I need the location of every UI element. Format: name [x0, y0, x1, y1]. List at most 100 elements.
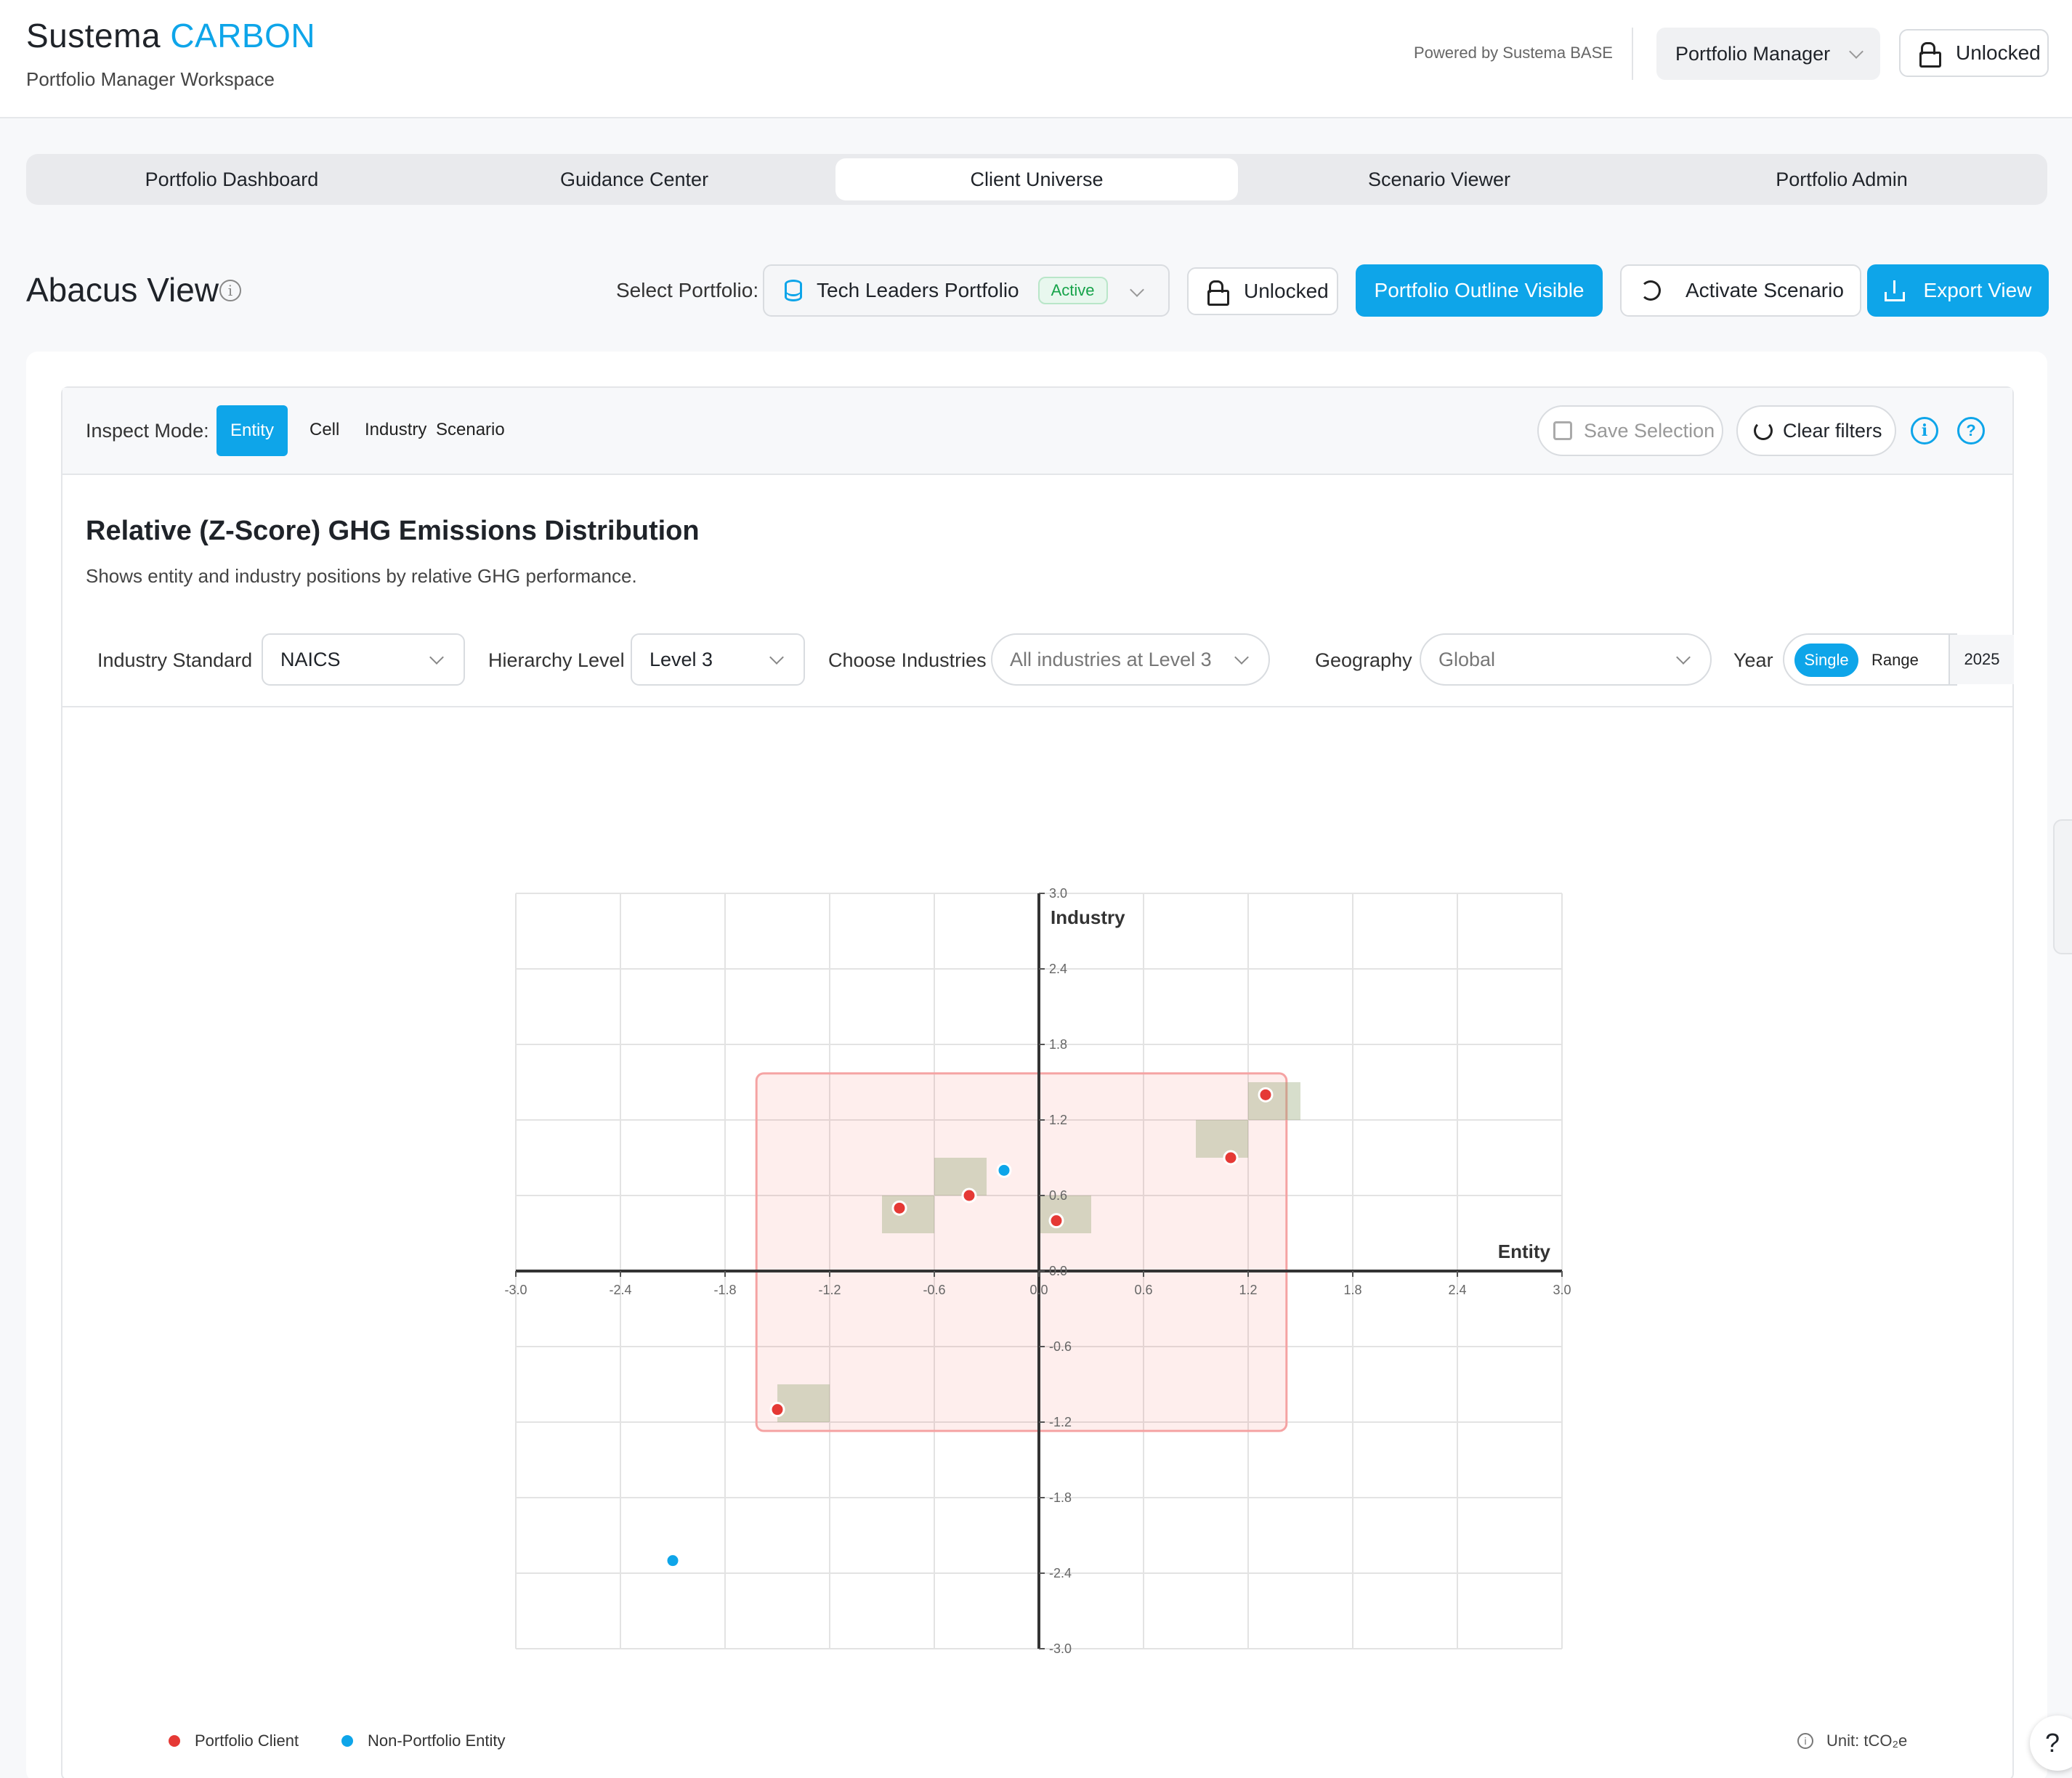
- chart-subtitle: Shows entity and industry positions by r…: [86, 565, 637, 587]
- y-tick-label: -2.4: [1049, 1566, 1072, 1580]
- inspect-mode-label: Inspect Mode:: [86, 420, 209, 442]
- save-icon: [1553, 421, 1572, 440]
- chevron-down-icon: [1234, 650, 1249, 665]
- industry-standard-value: NAICS: [280, 648, 341, 670]
- geography-label: Geography: [1315, 649, 1412, 671]
- industry-cell: [1248, 1082, 1300, 1120]
- activate-scenario-label: Activate Scenario: [1685, 279, 1844, 301]
- tab-guidance-center[interactable]: Guidance Center: [433, 158, 835, 200]
- portfolio-client-point: [1223, 1150, 1239, 1166]
- y-tick-label: 1.2: [1049, 1113, 1067, 1127]
- export-view-label: Export View: [1923, 279, 2032, 301]
- industry-standard-select[interactable]: NAICS: [262, 633, 465, 686]
- portfolio-lock-label: Unlocked: [1244, 280, 1329, 302]
- mode-industry-button[interactable]: Industry: [365, 420, 426, 440]
- mode-scenario-button[interactable]: Scenario: [436, 420, 505, 440]
- status-badge: Active: [1037, 277, 1108, 304]
- zscore-scatter-chart[interactable]: -3.0 -3.0 -2.4 -2.4 -1.8 -1.8 -1.2 -1.2 -0.6 -0.6…: [479, 864, 1598, 1685]
- industry-cell: [882, 1196, 934, 1233]
- workspace-label: Portfolio Manager Workspace: [26, 68, 275, 90]
- powered-by: Powered by Sustema BASE: [1414, 44, 1613, 62]
- year-select[interactable]: 2025: [1948, 635, 2014, 684]
- brand-logo[interactable]: Sustema CARBON: [26, 16, 315, 55]
- side-panel-handle[interactable]: [2053, 819, 2072, 954]
- unit-label: Unit:: [1826, 1732, 1860, 1750]
- mode-cell-button[interactable]: Cell: [309, 420, 339, 440]
- chevron-down-icon: [1676, 650, 1691, 665]
- help-icon[interactable]: ?: [1957, 417, 1985, 444]
- y-tick-label: 0.0: [1049, 1264, 1067, 1278]
- portfolio-select[interactable]: Tech Leaders Portfolio Active: [763, 264, 1170, 317]
- portfolio-client-point: [891, 1200, 907, 1216]
- role-select-value: Portfolio Manager: [1675, 42, 1831, 65]
- chevron-down-icon: [1849, 44, 1863, 59]
- database-icon: [785, 280, 802, 301]
- hierarchy-level-label: Hierarchy Level: [488, 649, 625, 671]
- header-divider: [1632, 28, 1633, 80]
- non-portfolio-entity-point: [996, 1162, 1012, 1178]
- legend-portfolio-client[interactable]: Portfolio Client: [169, 1732, 299, 1750]
- y-axis-label: Industry: [1051, 906, 1125, 928]
- y-tick-label: -0.6: [1049, 1339, 1072, 1354]
- save-selection-label: Save Selection: [1584, 419, 1715, 442]
- mode-entity-button[interactable]: Entity: [216, 405, 288, 456]
- year-range-option[interactable]: Range: [1871, 651, 1919, 670]
- legend-dot-red: [169, 1735, 180, 1747]
- legend-label: Portfolio Client: [195, 1732, 299, 1750]
- filter-divider: [62, 706, 2012, 707]
- unit-indicator: i Unit: tCO₂e: [1797, 1732, 1907, 1750]
- reset-icon: [1754, 421, 1773, 440]
- export-view-button[interactable]: Export View: [1867, 264, 2049, 317]
- industry-cell: [1196, 1120, 1248, 1158]
- geography-value: Global: [1438, 648, 1496, 670]
- portfolio-client-point: [769, 1402, 785, 1418]
- chart-title: Relative (Z-Score) GHG Emissions Distrib…: [86, 516, 700, 546]
- industry-cell: [934, 1158, 987, 1196]
- choose-industries-select[interactable]: All industries at Level 3: [991, 633, 1270, 686]
- x-tick-label: -2.4: [609, 1283, 631, 1297]
- x-tick-label: -0.6: [923, 1283, 945, 1297]
- chart-axes: -3.0 -3.0 -2.4 -2.4 -1.8 -1.8 -1.2 -1.2 -0.6 -0.6…: [504, 886, 1571, 1656]
- hierarchy-level-value: Level 3: [649, 648, 713, 670]
- legend-label: Non-Portfolio Entity: [368, 1732, 506, 1750]
- portfolio-lock-button[interactable]: Unlocked: [1187, 267, 1338, 315]
- save-selection-button[interactable]: Save Selection: [1537, 405, 1723, 456]
- portfolio-client-point: [1048, 1213, 1064, 1229]
- portfolio-client-point: [1258, 1087, 1274, 1103]
- industry-standard-label: Industry Standard: [97, 649, 253, 671]
- brand-main: Sustema: [26, 17, 161, 54]
- geography-select[interactable]: Global: [1420, 633, 1712, 686]
- legend-dot-blue: [341, 1735, 353, 1747]
- portfolio-select-value: Tech Leaders Portfolio: [817, 279, 1019, 301]
- non-portfolio-entity-point: [665, 1553, 681, 1569]
- y-tick-label: -1.2: [1049, 1415, 1072, 1429]
- y-tick-label: 2.4: [1049, 962, 1067, 976]
- tab-portfolio-dashboard[interactable]: Portfolio Dashboard: [31, 158, 433, 200]
- tab-portfolio-admin[interactable]: Portfolio Admin: [1640, 158, 2043, 200]
- select-portfolio-label: Select Portfolio:: [616, 279, 759, 301]
- chevron-down-icon: [429, 650, 444, 665]
- choose-industries-placeholder: All industries at Level 3: [1010, 648, 1212, 670]
- x-tick-label: 1.8: [1343, 1283, 1361, 1297]
- x-tick-label: 0.6: [1134, 1283, 1152, 1297]
- chevron-down-icon: [769, 650, 784, 665]
- info-icon[interactable]: i: [1911, 417, 1938, 444]
- legend-non-portfolio-entity[interactable]: Non-Portfolio Entity: [341, 1732, 506, 1750]
- clear-filters-button[interactable]: Clear filters: [1736, 405, 1896, 456]
- tab-client-universe[interactable]: Client Universe: [835, 158, 1238, 200]
- unlock-icon: [1206, 280, 1229, 306]
- info-icon[interactable]: i: [219, 280, 241, 301]
- tab-scenario-viewer[interactable]: Scenario Viewer: [1238, 158, 1640, 200]
- activate-scenario-button[interactable]: Activate Scenario: [1620, 264, 1861, 317]
- year-label: Year: [1733, 649, 1773, 671]
- x-tick-label: -1.8: [713, 1283, 736, 1297]
- industry-cell: [777, 1384, 830, 1422]
- header-lock-button[interactable]: Unlocked: [1899, 29, 2049, 77]
- choose-industries-label: Choose Industries: [828, 649, 987, 671]
- hierarchy-level-select[interactable]: Level 3: [631, 633, 805, 686]
- x-axis-label: Entity: [1498, 1241, 1551, 1262]
- info-icon: i: [1797, 1733, 1813, 1749]
- year-single-option[interactable]: Single: [1794, 644, 1858, 677]
- role-select[interactable]: Portfolio Manager: [1656, 28, 1880, 80]
- portfolio-outline-toggle[interactable]: Portfolio Outline Visible: [1356, 264, 1603, 317]
